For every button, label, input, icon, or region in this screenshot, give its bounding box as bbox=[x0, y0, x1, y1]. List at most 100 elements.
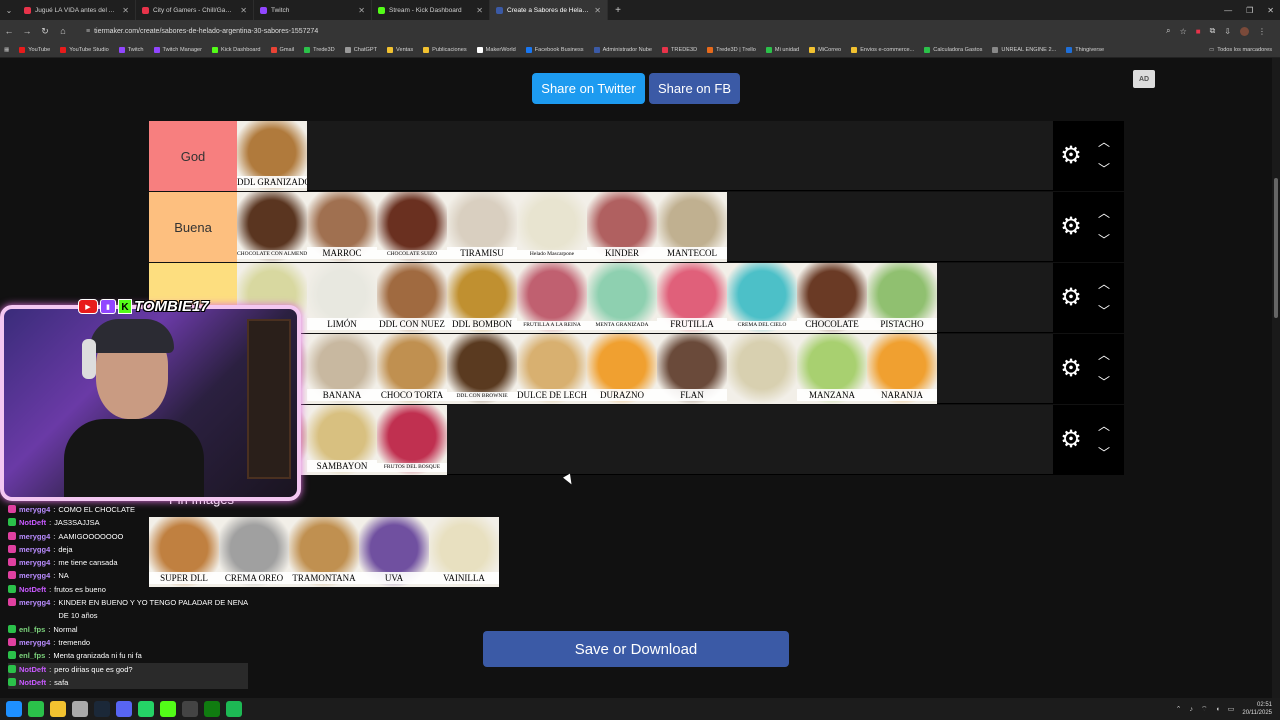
bookmark-item[interactable]: YouTube Studio bbox=[60, 46, 109, 53]
profile-avatar[interactable] bbox=[1240, 26, 1249, 36]
tier-item-image[interactable]: FRUTILLA bbox=[657, 263, 727, 333]
bookmark-item[interactable]: Envios e-commerce... bbox=[851, 46, 914, 53]
bookmark-item[interactable]: Trede3D | Trello bbox=[707, 46, 756, 53]
tier-item-image[interactable]: LIMÓN bbox=[307, 263, 377, 333]
network-icon[interactable]: ⌔ bbox=[1201, 705, 1208, 714]
battery-icon[interactable]: ▭ bbox=[1228, 705, 1235, 713]
scroll-thumb[interactable] bbox=[1274, 178, 1278, 318]
discord-icon[interactable] bbox=[116, 701, 132, 717]
maximize-icon[interactable]: ❐ bbox=[1246, 6, 1253, 15]
site-info-icon[interactable]: ≡ bbox=[86, 28, 90, 35]
tab-close-icon[interactable]: ✕ bbox=[358, 6, 365, 15]
tray-chevron-icon[interactable]: ⌃ bbox=[1176, 705, 1182, 713]
tier-item-image[interactable]: DDL CON BROWNIE bbox=[447, 334, 517, 404]
downloads-icon[interactable]: ⇩ bbox=[1224, 27, 1231, 36]
tier-item-image[interactable]: CREMA DEL CIELO bbox=[727, 263, 797, 333]
move-up-icon[interactable]: ︿ bbox=[1096, 278, 1112, 290]
xbox-icon[interactable] bbox=[204, 701, 220, 717]
share-twitter-button[interactable]: Share on Twitter bbox=[532, 73, 645, 104]
tier-item-image[interactable]: TRAMONTANA bbox=[289, 517, 359, 587]
reload-icon[interactable]: ↻ bbox=[36, 26, 54, 37]
move-down-icon[interactable]: ﹀ bbox=[1096, 376, 1112, 388]
ad-badge[interactable]: AD bbox=[1133, 70, 1155, 88]
browser-tab[interactable]: Twitch ✕ bbox=[254, 0, 372, 20]
gear-icon[interactable]: ⚙ bbox=[1059, 144, 1083, 168]
gear-icon[interactable]: ⚙ bbox=[1059, 428, 1083, 452]
tier-item-image[interactable]: SAMBAYON bbox=[307, 405, 377, 475]
bookmark-item[interactable]: Calculadora Gastos bbox=[924, 46, 982, 53]
url-field[interactable]: ≡ tiermaker.com/create/sabores-de-helado… bbox=[82, 23, 1166, 39]
bookmark-item[interactable]: Publicaciones bbox=[423, 46, 467, 53]
tier-item-image[interactable]: DULCE DE LECHE bbox=[517, 334, 587, 404]
gear-icon[interactable]: ⚙ bbox=[1059, 357, 1083, 381]
gear-icon[interactable]: ⚙ bbox=[1059, 215, 1083, 239]
minimize-icon[interactable]: — bbox=[1224, 6, 1232, 15]
steam-icon[interactable] bbox=[94, 701, 110, 717]
bookmark-item[interactable]: Mi unidad bbox=[765, 46, 799, 53]
home-icon[interactable]: ⌂ bbox=[54, 26, 72, 36]
tier-item-image[interactable]: VAINILLA bbox=[429, 517, 499, 587]
clock[interactable]: 02:51 20/11/2025 bbox=[1242, 701, 1272, 717]
new-tab-button[interactable]: + bbox=[608, 5, 628, 16]
browser-tab[interactable]: City of Gamers - Chill/Gaming ✕ bbox=[136, 0, 254, 20]
windows-start-icon[interactable] bbox=[6, 701, 22, 717]
bookmark-item[interactable]: Thingiverse bbox=[1066, 46, 1104, 53]
file-explorer-icon[interactable] bbox=[50, 701, 66, 717]
tier-label[interactable]: God bbox=[149, 121, 237, 191]
bookmark-item[interactable]: Ventas bbox=[387, 46, 413, 53]
bookmark-item[interactable]: YouTube bbox=[19, 46, 50, 53]
menu-kebab-icon[interactable]: ⋮ bbox=[1258, 27, 1266, 36]
bookmark-star-icon[interactable]: ☆ bbox=[1180, 27, 1187, 36]
move-down-icon[interactable]: ﹀ bbox=[1096, 234, 1112, 246]
tier-item-image[interactable]: CHOCOLATE CON ALMENDRAS bbox=[237, 192, 307, 262]
tier-item-image[interactable]: Helado Mascarpone bbox=[517, 192, 587, 262]
tier-item-image[interactable]: TIRAMISU bbox=[447, 192, 517, 262]
move-down-icon[interactable]: ﹀ bbox=[1096, 447, 1112, 459]
tier-item-image[interactable] bbox=[727, 334, 797, 404]
notepad-icon[interactable] bbox=[72, 701, 88, 717]
tab-close-icon[interactable]: ✕ bbox=[476, 6, 483, 15]
move-up-icon[interactable]: ︿ bbox=[1096, 420, 1112, 432]
tab-close-icon[interactable]: ✕ bbox=[240, 6, 247, 15]
tier-item-image[interactable]: DURAZNO bbox=[587, 334, 657, 404]
tier-item-image[interactable]: DDL BOMBON bbox=[447, 263, 517, 333]
browser-tab[interactable]: Stream - Kick Dashboard ✕ bbox=[372, 0, 490, 20]
tier-item-image[interactable]: MENTA GRANIZADA bbox=[587, 263, 657, 333]
spotify-icon[interactable] bbox=[226, 701, 242, 717]
move-up-icon[interactable]: ︿ bbox=[1096, 349, 1112, 361]
tier-item-image[interactable]: PISTACHO bbox=[867, 263, 937, 333]
tier-item-image[interactable]: CHOCOLATE SUIZO bbox=[377, 192, 447, 262]
extensions-puzzle-icon[interactable]: ⧉ bbox=[1210, 26, 1216, 36]
zoom-icon[interactable]: ⌕ bbox=[1166, 26, 1170, 36]
share-fb-button[interactable]: Share on FB bbox=[649, 73, 740, 104]
bookmark-item[interactable]: Kick Dashboard bbox=[212, 46, 261, 53]
forward-icon[interactable]: → bbox=[18, 26, 36, 36]
tier-item-image[interactable]: MANZANA bbox=[797, 334, 867, 404]
obs-icon[interactable] bbox=[182, 701, 198, 717]
tier-label[interactable]: Buena bbox=[149, 192, 237, 262]
tier-item-image[interactable]: FRUTILLA A LA REINA bbox=[517, 263, 587, 333]
bookmark-item[interactable]: Trede3D bbox=[304, 46, 335, 53]
mic-icon[interactable]: ♪ bbox=[1189, 706, 1193, 713]
kick-icon[interactable] bbox=[160, 701, 176, 717]
bookmark-item[interactable]: MiCorreo bbox=[809, 46, 841, 53]
tier-item-image[interactable]: DDL GRANIZADO bbox=[237, 121, 307, 191]
save-download-button[interactable]: Save or Download bbox=[483, 631, 789, 667]
bookmark-item[interactable]: ChatGPT bbox=[344, 46, 377, 53]
bookmark-item[interactable]: Gmail bbox=[270, 46, 294, 53]
tab-close-icon[interactable]: ✕ bbox=[122, 6, 129, 15]
gear-icon[interactable]: ⚙ bbox=[1059, 286, 1083, 310]
bookmark-item[interactable]: Facebook Business bbox=[525, 46, 584, 53]
tier-item-image[interactable]: FLAN bbox=[657, 334, 727, 404]
volume-icon[interactable]: ◖ bbox=[1216, 706, 1220, 713]
extension-icon[interactable]: ■ bbox=[1196, 27, 1201, 36]
page-scrollbar[interactable] bbox=[1272, 58, 1280, 698]
bookmark-item[interactable]: MakerWorld bbox=[476, 46, 516, 53]
tier-item-image[interactable]: BANANA bbox=[307, 334, 377, 404]
tier-item-image[interactable]: CHOCO TORTA bbox=[377, 334, 447, 404]
tier-item-image[interactable]: CHOCOLATE bbox=[797, 263, 867, 333]
tab-close-icon[interactable]: ✕ bbox=[594, 6, 601, 15]
whatsapp-icon[interactable] bbox=[138, 701, 154, 717]
back-icon[interactable]: ← bbox=[0, 26, 18, 36]
move-up-icon[interactable]: ︿ bbox=[1096, 207, 1112, 219]
